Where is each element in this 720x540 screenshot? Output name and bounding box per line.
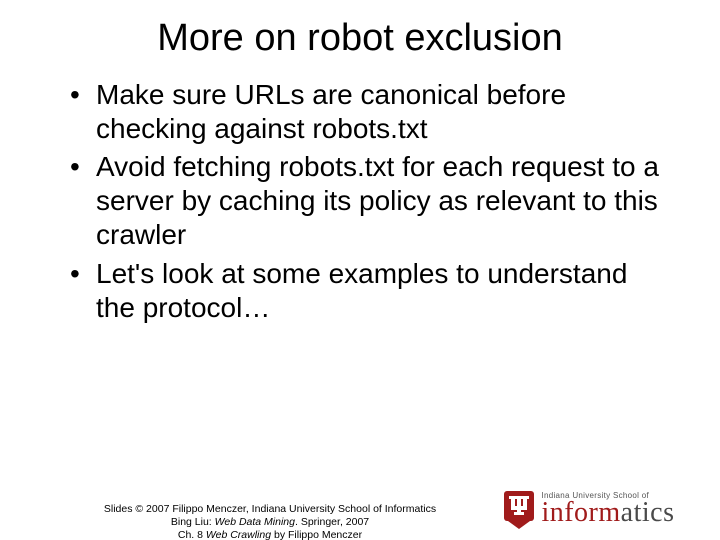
- slide-body: Make sure URLs are canonical before chec…: [70, 78, 660, 325]
- iu-crest-icon: [503, 490, 535, 530]
- informatics-logo: Indiana University School of informatics: [503, 490, 698, 538]
- credits-fragment: by Filippo Menczer: [271, 529, 362, 540]
- logo-word-black: atics: [621, 497, 675, 528]
- bullet-item: Make sure URLs are canonical before chec…: [70, 78, 660, 146]
- logo-title: informatics: [541, 500, 674, 525]
- slide: More on robot exclusion Make sure URLs a…: [0, 18, 720, 540]
- credits-fragment-italic: Web Data Mining: [215, 516, 295, 528]
- credits-fragment-italic: Web Crawling: [206, 529, 271, 540]
- bullet-item: Let's look at some examples to understan…: [70, 257, 660, 325]
- logo-word-red: inform: [541, 497, 620, 528]
- credits-fragment: Ch. 8: [178, 529, 206, 540]
- credits-line: Bing Liu: Web Data Mining. Springer, 200…: [60, 516, 480, 529]
- credits-text: Slides © 2007 Filippo Menczer, Indiana U…: [60, 503, 480, 540]
- credits-fragment: Bing Liu:: [171, 516, 215, 528]
- informatics-wordmark: Indiana University School of informatics: [541, 490, 674, 525]
- bullet-list: Make sure URLs are canonical before chec…: [70, 78, 660, 325]
- credits-fragment: . Springer, 2007: [295, 516, 369, 528]
- slide-footer: Slides © 2007 Filippo Menczer, Indiana U…: [0, 488, 720, 540]
- bullet-item: Avoid fetching robots.txt for each reque…: [70, 150, 660, 252]
- credits-line: Ch. 8 Web Crawling by Filippo Menczer: [60, 529, 480, 540]
- credits-line: Slides © 2007 Filippo Menczer, Indiana U…: [60, 503, 480, 516]
- slide-title: More on robot exclusion: [40, 18, 680, 60]
